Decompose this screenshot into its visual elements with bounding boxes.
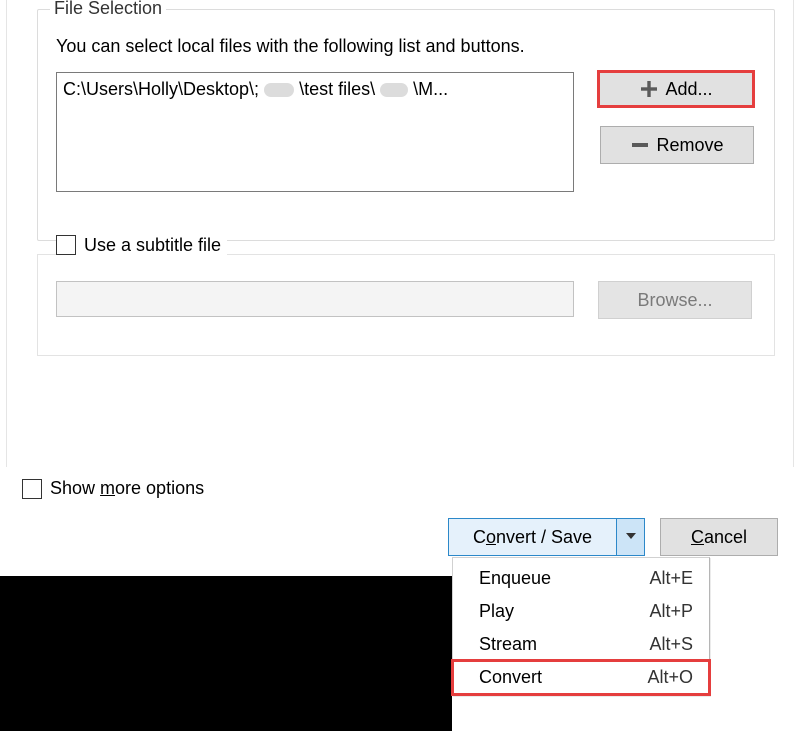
show-more-checkbox[interactable] [22,479,42,499]
menu-item-label: Convert [479,667,542,688]
file-path-mid: \test files\ [299,79,375,99]
show-more-label: Show more options [50,478,204,499]
menu-item-stream[interactable]: Stream Alt+S [453,628,709,661]
file-selection-help: You can select local files with the foll… [56,36,525,57]
menu-item-label: Play [479,601,514,622]
add-button[interactable]: Add... [597,70,755,108]
menu-item-enqueue[interactable]: Enqueue Alt+E [453,562,709,595]
file-list[interactable]: C:\Users\Holly\Desktop\; \test files\ \M… [56,72,574,192]
convert-save-menu: Enqueue Alt+E Play Alt+P Stream Alt+S Co… [452,557,710,696]
cancel-button[interactable]: Cancel [660,518,778,556]
file-tab-panel: File Selection You can select local file… [6,0,794,467]
show-more-options-row[interactable]: Show more options [22,478,204,499]
plus-icon [639,79,659,99]
file-path: C:\Users\Holly\Desktop\; \test files\ \M… [63,79,448,99]
file-selection-group: File Selection You can select local file… [37,9,775,241]
menu-item-label: Enqueue [479,568,551,589]
browse-button: Browse... [598,281,752,319]
remove-button-label: Remove [656,135,723,156]
remove-button[interactable]: Remove [600,126,754,164]
redacted-segment [380,83,408,97]
convert-save-label: Convert / Save [449,519,616,555]
subtitle-checkbox[interactable] [56,235,76,255]
subtitle-checkbox-label: Use a subtitle file [84,235,221,256]
minus-icon [630,135,650,155]
subtitle-file-input [56,281,574,317]
menu-item-shortcut: Alt+P [649,601,693,622]
add-button-label: Add... [665,79,712,100]
menu-item-shortcut: Alt+S [649,634,693,655]
menu-item-shortcut: Alt+O [647,667,693,688]
file-selection-legend: File Selection [50,0,166,19]
file-path-prefix: C:\Users\Holly\Desktop\; [63,79,259,99]
browse-button-label: Browse... [637,290,712,311]
file-path-suffix: \M... [413,79,448,99]
cancel-button-label: Cancel [691,527,747,548]
background-dark-area [0,576,452,731]
menu-item-play[interactable]: Play Alt+P [453,595,709,628]
convert-save-dropdown[interactable] [616,519,644,555]
subtitle-checkbox-row[interactable]: Use a subtitle file [56,235,227,256]
redacted-segment [264,83,294,97]
menu-item-label: Stream [479,634,537,655]
menu-item-shortcut: Alt+E [649,568,693,589]
convert-save-button[interactable]: Convert / Save [448,518,645,556]
menu-item-convert[interactable]: Convert Alt+O [453,661,709,694]
subtitle-group: Use a subtitle file Browse... [37,254,775,356]
chevron-down-icon [625,527,637,547]
